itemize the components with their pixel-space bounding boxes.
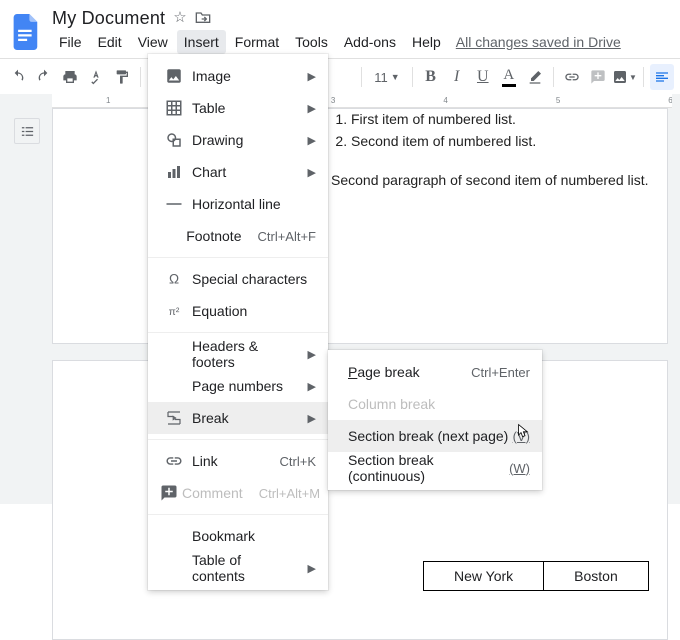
paragraph[interactable]: Second paragraph of second item of numbe…: [331, 170, 667, 192]
highlight-button[interactable]: [523, 64, 547, 90]
menu-item-footnote[interactable]: FootnoteCtrl+Alt+F: [148, 220, 328, 252]
menu-item-comment: CommentCtrl+Alt+M: [148, 477, 328, 509]
insert-menu: Image▶Table▶Drawing▶Chart▶Horizontal lin…: [148, 54, 328, 590]
bold-button[interactable]: B: [419, 64, 443, 90]
insert-link-button[interactable]: [560, 64, 584, 90]
align-button[interactable]: [650, 64, 674, 90]
menu-item-column-break: Column break: [328, 388, 542, 420]
ruler: 123456: [52, 94, 672, 108]
undo-button[interactable]: [6, 64, 30, 90]
spellcheck-button[interactable]: [84, 64, 108, 90]
menu-file[interactable]: File: [52, 30, 89, 54]
table-cell[interactable]: Boston: [544, 562, 649, 591]
menu-item-drawing[interactable]: Drawing▶: [148, 124, 328, 156]
redo-button[interactable]: [32, 64, 56, 90]
table[interactable]: New York Boston: [423, 561, 649, 591]
menubar: FileEditViewInsertFormatToolsAdd-onsHelp…: [48, 30, 621, 58]
svg-text:π²: π²: [169, 306, 180, 318]
italic-button[interactable]: I: [445, 64, 469, 90]
menu-item-page-numbers[interactable]: Page numbers▶: [148, 370, 328, 402]
font-size-select[interactable]: 11▼: [368, 64, 405, 90]
menu-tools[interactable]: Tools: [288, 30, 335, 54]
comment-icon: [160, 484, 178, 502]
menu-item-image[interactable]: Image▶: [148, 60, 328, 92]
list-item[interactable]: Second item of numbered list.: [351, 131, 667, 153]
move-icon[interactable]: [195, 10, 211, 27]
menu-item-horizontal-line[interactable]: Horizontal line: [148, 188, 328, 220]
break-icon: [160, 409, 188, 427]
submenu-arrow-icon: ▶: [288, 412, 316, 425]
page-1[interactable]: First item of numbered list. Second item…: [52, 108, 668, 344]
chart-icon: [160, 163, 188, 181]
menu-item-section-break-continuous-[interactable]: Section break (continuous)(W): [328, 452, 542, 484]
paint-format-button[interactable]: [110, 64, 134, 90]
image-icon: [160, 67, 188, 85]
omega-icon: Ω: [160, 270, 188, 288]
table-cell[interactable]: New York: [424, 562, 544, 591]
menu-item-special-characters[interactable]: ΩSpecial characters: [148, 263, 328, 295]
menu-format[interactable]: Format: [228, 30, 286, 54]
submenu-arrow-icon: ▶: [288, 348, 316, 361]
add-comment-button[interactable]: [586, 64, 610, 90]
svg-text:Ω: Ω: [169, 272, 179, 287]
document-title[interactable]: My Document: [52, 8, 165, 29]
mouse-cursor: [517, 423, 533, 439]
print-button[interactable]: [58, 64, 82, 90]
pi-icon: π²: [160, 302, 188, 320]
list-item[interactable]: First item of numbered list.: [351, 109, 667, 131]
menu-item-page-break[interactable]: Page breakCtrl+Enter: [328, 356, 542, 388]
link-icon: [160, 452, 188, 470]
menu-item-chart[interactable]: Chart▶: [148, 156, 328, 188]
menu-view[interactable]: View: [131, 30, 175, 54]
submenu-arrow-icon: ▶: [288, 134, 316, 147]
outline-toggle[interactable]: [14, 118, 40, 144]
menu-help[interactable]: Help: [405, 30, 448, 54]
text-color-button[interactable]: A: [497, 64, 521, 90]
menu-insert[interactable]: Insert: [177, 30, 226, 54]
underline-button[interactable]: U: [471, 64, 495, 90]
menu-item-equation[interactable]: π²Equation: [148, 295, 328, 327]
table-icon: [160, 99, 188, 117]
menu-item-table[interactable]: Table▶: [148, 92, 328, 124]
menu-add-ons[interactable]: Add-ons: [337, 30, 403, 54]
star-icon[interactable]: ☆: [173, 10, 186, 27]
insert-image-button[interactable]: ▼: [612, 64, 637, 90]
break-submenu: Page breakCtrl+EnterColumn breakSection …: [328, 350, 542, 490]
submenu-arrow-icon: ▶: [288, 166, 316, 179]
drawing-icon: [160, 131, 188, 149]
menu-item-bookmark[interactable]: Bookmark: [148, 520, 328, 552]
menu-item-link[interactable]: LinkCtrl+K: [148, 445, 328, 477]
menu-edit[interactable]: Edit: [91, 30, 129, 54]
menu-item-break[interactable]: Break▶: [148, 402, 328, 434]
menu-item-headers-footers[interactable]: Headers & footers▶: [148, 338, 328, 370]
save-status[interactable]: All changes saved in Drive: [456, 30, 621, 54]
menu-item-section-break-next-page-[interactable]: Section break (next page)(V): [328, 420, 542, 452]
hline-icon: [160, 195, 188, 213]
submenu-arrow-icon: ▶: [288, 70, 316, 83]
submenu-arrow-icon: ▶: [288, 380, 316, 393]
toolbar: 11▼ B I U A ▼: [0, 58, 680, 96]
docs-logo[interactable]: [8, 14, 44, 50]
menu-item-table-of-contents[interactable]: Table of contents▶: [148, 552, 328, 584]
submenu-arrow-icon: ▶: [288, 562, 316, 575]
submenu-arrow-icon: ▶: [288, 102, 316, 115]
